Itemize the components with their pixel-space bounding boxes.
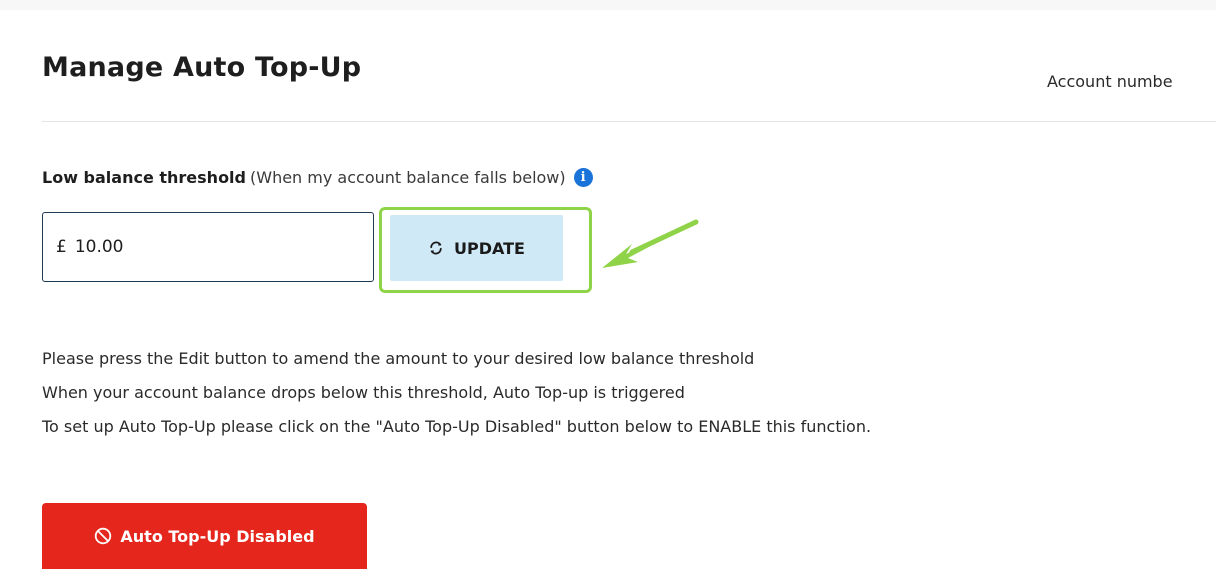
- auto-topup-disabled-button[interactable]: Auto Top-Up Disabled: [42, 503, 367, 569]
- instructions: Please press the Edit button to amend th…: [42, 349, 1202, 451]
- threshold-label-bold: Low balance threshold: [42, 168, 246, 187]
- annotation-arrow-icon: [602, 219, 699, 268]
- top-strip: [0, 0, 1216, 10]
- auto-topup-button-label: Auto Top-Up Disabled: [120, 526, 315, 546]
- manage-auto-topup-page: Manage Auto Top-Up Account numbe Low bal…: [0, 0, 1216, 569]
- page-header: Manage Auto Top-Up Account numbe: [42, 52, 1216, 122]
- account-number-label: Account numbe: [1047, 72, 1173, 91]
- currency-symbol: £: [56, 237, 67, 257]
- header-divider: [42, 121, 1216, 122]
- info-icon[interactable]: i: [573, 168, 593, 187]
- update-button[interactable]: UPDATE: [390, 215, 563, 281]
- instruction-line: When your account balance drops below th…: [42, 383, 685, 402]
- update-button-label: UPDATE: [454, 238, 525, 258]
- page-title: Manage Auto Top-Up: [42, 52, 362, 83]
- threshold-amount-value: 10.00: [74, 237, 124, 257]
- threshold-amount-field[interactable]: £ 10.00: [42, 212, 374, 282]
- instruction-line: Please press the Edit button to amend th…: [42, 349, 755, 368]
- ban-icon: [95, 527, 112, 545]
- threshold-label-hint: (When my account balance falls below): [250, 168, 566, 187]
- instruction-line: To set up Auto Top-Up please click on th…: [42, 417, 872, 436]
- threshold-label: Low balance threshold (When my account b…: [42, 168, 593, 187]
- refresh-icon: [430, 241, 442, 255]
